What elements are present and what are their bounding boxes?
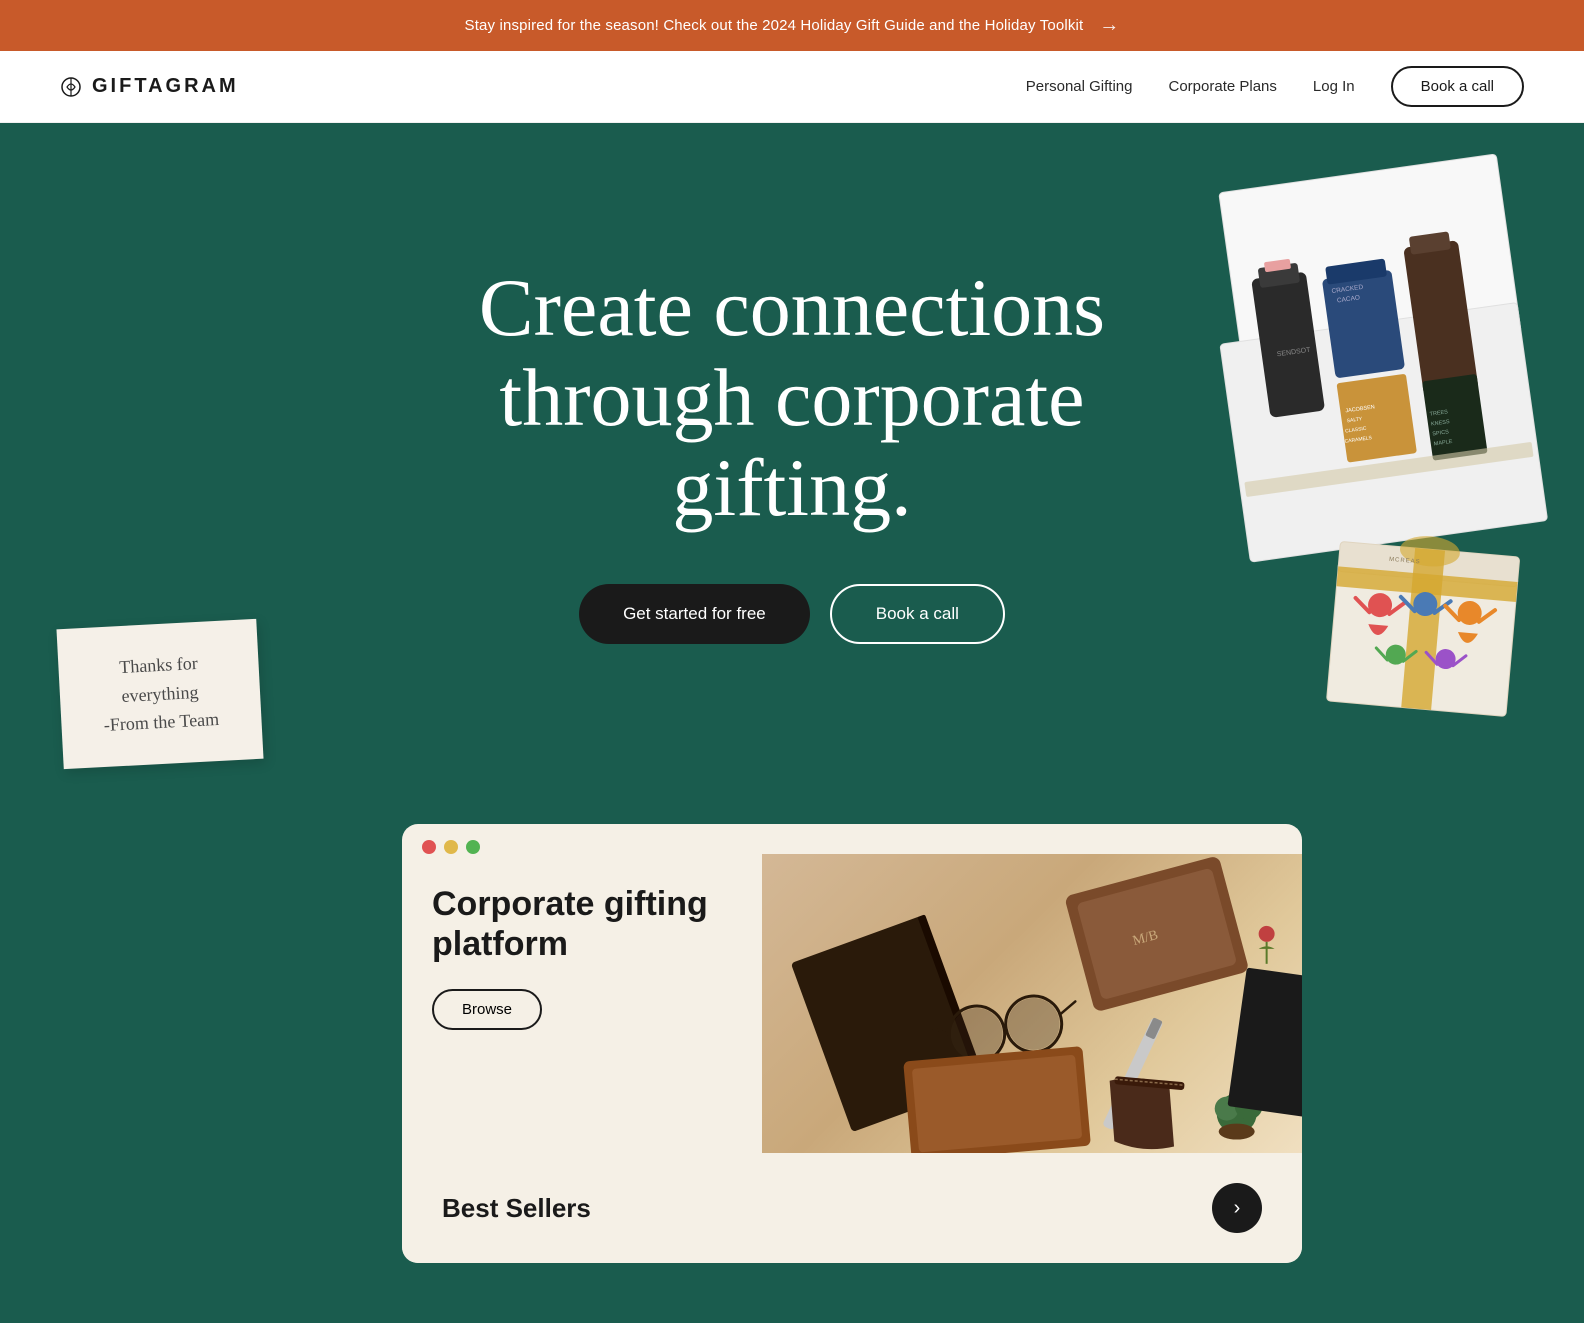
- svg-text:JACOBSEN: JACOBSEN: [1345, 404, 1375, 414]
- hero-section: SENDSOT CRACKED CACAO TREES KNESS SPICS …: [0, 123, 1584, 824]
- window-dot-red: [422, 840, 436, 854]
- platform-card-title: Corporate gifting platform: [432, 884, 722, 966]
- hero-title: Create connections through corporate gif…: [392, 263, 1192, 534]
- nav-personal-gifting[interactable]: Personal Gifting: [1026, 78, 1133, 95]
- nav-login[interactable]: Log In: [1313, 78, 1355, 95]
- banner-arrow-icon[interactable]: →: [1099, 14, 1119, 37]
- logo-icon: [60, 76, 82, 98]
- get-started-button[interactable]: Get started for free: [579, 584, 810, 644]
- navbar: GIFTAGRAM Personal Gifting Corporate Pla…: [0, 51, 1584, 123]
- chevron-right-icon: ›: [1234, 1197, 1241, 1220]
- svg-text:CRACKED: CRACKED: [1331, 284, 1364, 295]
- nav-book-call-button[interactable]: Book a call: [1391, 66, 1524, 107]
- svg-text:CACAO: CACAO: [1337, 294, 1361, 304]
- svg-text:SENDSOT: SENDSOT: [1276, 347, 1311, 359]
- platform-section: Corporate gifting platform Browse M/B: [0, 824, 1584, 1323]
- nav-links: Personal Gifting Corporate Plans Log In …: [1026, 66, 1524, 107]
- svg-text:CARAMELS: CARAMELS: [1344, 435, 1373, 445]
- browse-button[interactable]: Browse: [432, 989, 542, 1030]
- promo-banner: Stay inspired for the season! Check out …: [0, 0, 1584, 51]
- thank-you-line1: Thanks for: [119, 652, 198, 676]
- window-dot-yellow: [444, 840, 458, 854]
- svg-text:TREES: TREES: [1429, 409, 1448, 418]
- svg-text:KNESS: KNESS: [1431, 419, 1451, 428]
- svg-text:MCREAS: MCREAS: [1389, 556, 1421, 565]
- window-controls: [402, 824, 1302, 854]
- hero-title-line2: through corporate gifting.: [499, 352, 1084, 533]
- thank-you-line3: -From the Team: [103, 709, 219, 735]
- thank-you-note: Thanks for everything -From the Team: [56, 618, 263, 768]
- best-sellers-next-button[interactable]: ›: [1212, 1183, 1262, 1233]
- svg-text:MAPLE: MAPLE: [1434, 439, 1454, 448]
- hero-buttons: Get started for free Book a call: [60, 584, 1524, 644]
- platform-card-left: Corporate gifting platform Browse: [402, 854, 762, 1154]
- svg-text:SPICS: SPICS: [1432, 429, 1450, 437]
- leather-goods-illustration: M/B: [762, 854, 1302, 1154]
- logo[interactable]: GIFTAGRAM: [60, 75, 239, 98]
- svg-text:SALTY: SALTY: [1346, 416, 1363, 424]
- gift-box-top-right: SENDSOT CRACKED CACAO TREES KNESS SPICS …: [1124, 143, 1584, 608]
- hero-title-line1: Create connections: [479, 262, 1105, 353]
- platform-card-body: Corporate gifting platform Browse M/B: [402, 854, 1302, 1154]
- svg-text:CLASSIC: CLASSIC: [1345, 426, 1367, 435]
- banner-text: Stay inspired for the season! Check out …: [465, 17, 1084, 34]
- platform-card: Corporate gifting platform Browse M/B: [402, 824, 1302, 1264]
- platform-card-image: M/B: [762, 854, 1302, 1154]
- nav-corporate-plans[interactable]: Corporate Plans: [1169, 78, 1277, 95]
- logo-text: GIFTAGRAM: [92, 75, 239, 98]
- book-call-button[interactable]: Book a call: [830, 584, 1005, 644]
- window-dot-green: [466, 840, 480, 854]
- best-sellers-section: Best Sellers ›: [402, 1153, 1302, 1263]
- thank-you-line2: everything: [121, 681, 199, 705]
- best-sellers-title: Best Sellers: [442, 1193, 591, 1224]
